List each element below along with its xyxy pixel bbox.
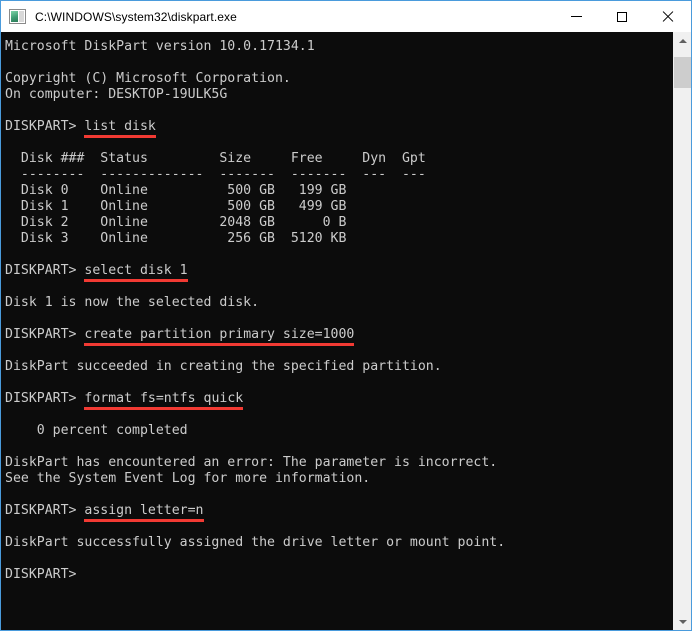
terminal-output-line: DiskPart successfully assigned the drive…: [5, 535, 506, 550]
terminal-output-line: Disk ### Status Size Free Dyn Gpt: [5, 151, 426, 166]
maximize-button[interactable]: [599, 1, 645, 32]
terminal-output-line: See the System Event Log for more inform…: [5, 471, 371, 486]
diskpart-prompt: DISKPART>: [5, 263, 85, 278]
diskpart-prompt: DISKPART>: [5, 327, 85, 342]
highlighted-command: create partition primary size=1000: [84, 327, 355, 346]
terminal-output-line: 0 percent completed: [5, 423, 188, 438]
terminal-command-line: DISKPART> create partition primary size=…: [5, 327, 673, 346]
console-body: Microsoft DiskPart version 10.0.17134.1 …: [1, 32, 691, 630]
minimize-icon: [570, 16, 582, 17]
terminal-output-line: DiskPart has encountered an error: The p…: [5, 455, 498, 470]
scrollbar-thumb[interactable]: [674, 57, 691, 88]
terminal-command-line: DISKPART> select disk 1: [5, 263, 673, 282]
title-bar[interactable]: C:\WINDOWS\system32\diskpart.exe: [1, 1, 691, 32]
terminal-command-line: DISKPART> format fs=ntfs quick: [5, 391, 673, 410]
close-button[interactable]: [645, 1, 691, 32]
highlighted-command: select disk 1: [84, 263, 188, 282]
window-controls: [553, 1, 691, 32]
diskpart-prompt: DISKPART>: [5, 503, 85, 518]
terminal-output-area[interactable]: Microsoft DiskPart version 10.0.17134.1 …: [1, 32, 673, 630]
terminal-output-line: Disk 1 Online 500 GB 499 GB: [5, 199, 347, 214]
scrollbar-track[interactable]: [674, 49, 691, 613]
terminal-output-line: -------- ------------- ------- ------- -…: [5, 167, 426, 182]
terminal-command-line: DISKPART> assign letter=n: [5, 503, 673, 522]
terminal-output-line: DiskPart succeeded in creating the speci…: [5, 359, 442, 374]
scrollbar-up-button[interactable]: [674, 32, 691, 49]
highlighted-command: format fs=ntfs quick: [84, 391, 244, 410]
terminal-output-line: Disk 1 is now the selected disk.: [5, 295, 260, 310]
diskpart-prompt: DISKPART>: [5, 391, 85, 406]
vertical-scrollbar[interactable]: [673, 32, 691, 630]
terminal-output-line: Disk 3 Online 256 GB 5120 KB: [5, 231, 347, 246]
terminal-output-line: On computer: DESKTOP-19ULK5G: [5, 87, 228, 102]
terminal-output-line: Microsoft DiskPart version 10.0.17134.1: [5, 39, 315, 54]
terminal-command-line: DISKPART> list disk: [5, 119, 673, 138]
minimize-button[interactable]: [553, 1, 599, 32]
chevron-down-icon: [678, 619, 687, 624]
highlighted-command: assign letter=n: [84, 503, 204, 522]
chevron-up-icon: [678, 38, 687, 43]
scrollbar-down-button[interactable]: [674, 613, 691, 630]
console-icon: [9, 9, 26, 24]
terminal-output-line: Disk 0 Online 500 GB 199 GB: [5, 183, 347, 198]
close-icon: [662, 11, 674, 23]
diskpart-console-window: C:\WINDOWS\system32\diskpart.exe Microso…: [0, 0, 692, 631]
terminal-lines: Microsoft DiskPart version 10.0.17134.1 …: [5, 39, 673, 583]
window-title: C:\WINDOWS\system32\diskpart.exe: [35, 9, 237, 24]
terminal-output-line: DISKPART>: [5, 567, 77, 582]
diskpart-prompt: DISKPART>: [5, 119, 85, 134]
highlighted-command: list disk: [84, 119, 157, 138]
terminal-output-line: Copyright (C) Microsoft Corporation.: [5, 71, 291, 86]
maximize-icon: [617, 11, 627, 22]
terminal-output-line: Disk 2 Online 2048 GB 0 B: [5, 215, 347, 230]
